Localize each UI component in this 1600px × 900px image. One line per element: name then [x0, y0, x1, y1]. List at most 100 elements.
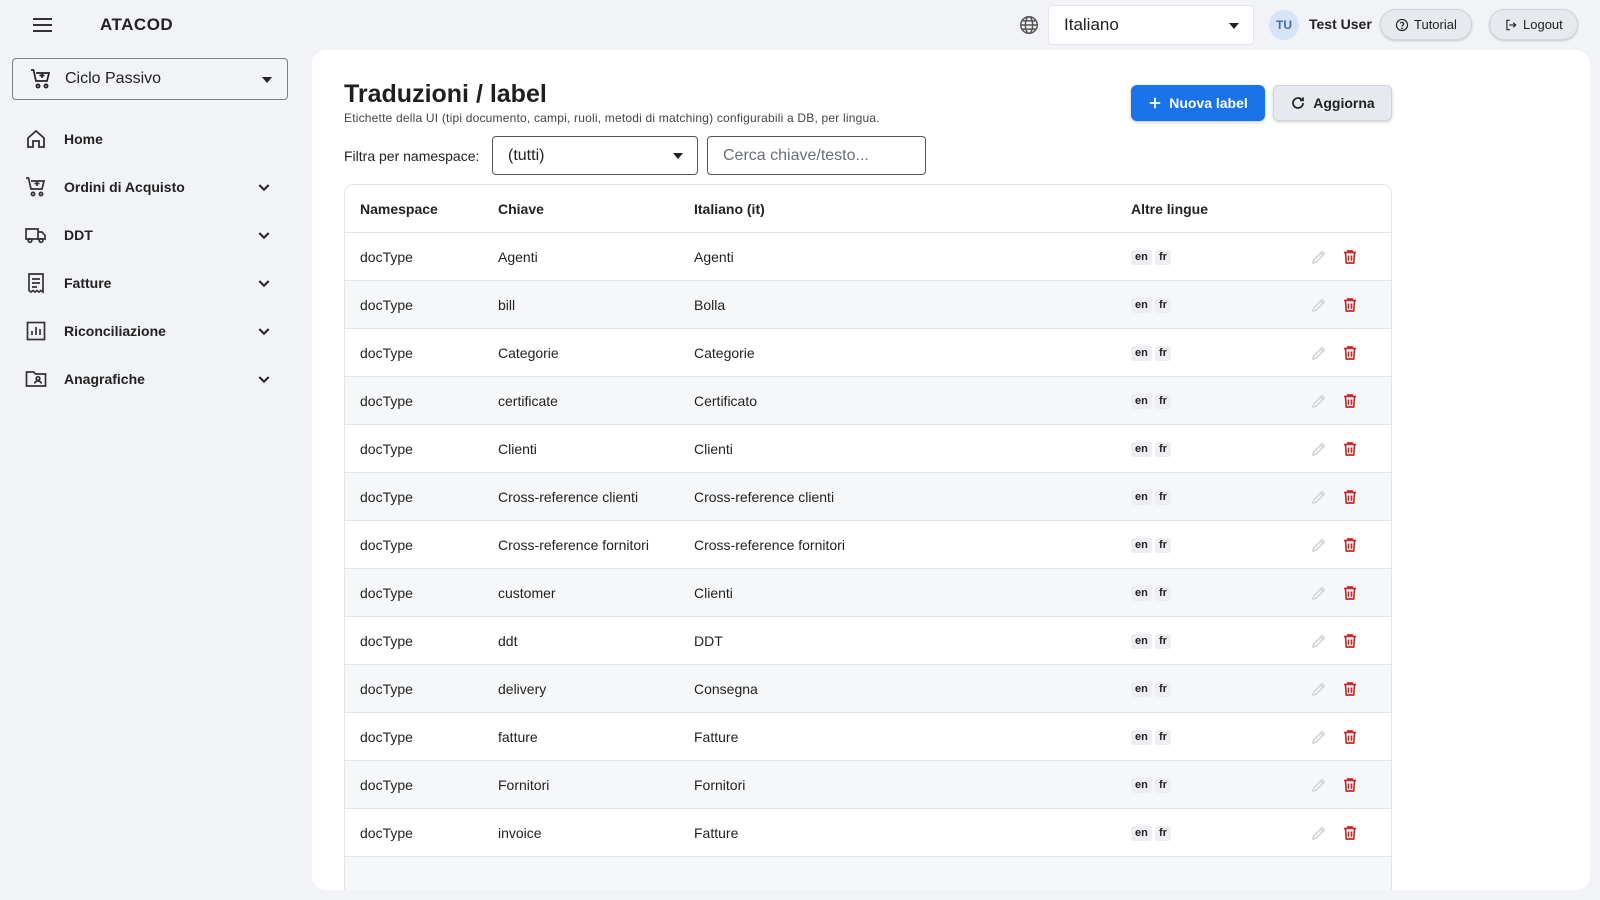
chart-icon: [26, 321, 46, 341]
cell-namespace: docType: [360, 393, 413, 409]
language-chip: fr: [1155, 346, 1171, 361]
cell-namespace: docType: [360, 681, 413, 697]
cell-namespace: docType: [360, 297, 413, 313]
edit-icon[interactable]: [1310, 536, 1328, 554]
contact-folder-icon: [25, 371, 47, 387]
edit-icon[interactable]: [1310, 296, 1328, 314]
delete-icon[interactable]: [1341, 824, 1359, 842]
edit-icon[interactable]: [1310, 584, 1328, 602]
edit-icon[interactable]: [1310, 824, 1328, 842]
delete-icon[interactable]: [1341, 488, 1359, 506]
language-chip: fr: [1155, 586, 1171, 601]
plus-icon: [1149, 97, 1161, 109]
cell-italian: Certificato: [694, 393, 758, 409]
app-brand: ATACOD: [100, 15, 174, 34]
chevron-down-icon[interactable]: [256, 227, 272, 243]
edit-icon[interactable]: [1310, 680, 1328, 698]
table-row: docType ddt DDT en fr: [345, 617, 1391, 665]
sidebar-item-riconciliazione[interactable]: Riconciliazione: [0, 309, 290, 353]
user-name: Test User: [1309, 16, 1372, 32]
language-chip: fr: [1155, 826, 1171, 841]
cell-key: Categorie: [498, 345, 559, 361]
delete-icon[interactable]: [1341, 536, 1359, 554]
sidebar-item-ddt[interactable]: DDT: [0, 213, 290, 257]
sidebar-item-anagrafiche[interactable]: Anagrafiche: [0, 357, 290, 401]
namespace-select[interactable]: (tutti): [492, 136, 698, 175]
sidebar-item-label: Riconciliazione: [64, 323, 166, 339]
sidebar-item-fatture[interactable]: Fatture: [0, 261, 290, 305]
table-row: docType Cross-reference fornitori Cross-re…: [345, 521, 1391, 569]
refresh-button[interactable]: Aggiorna: [1273, 85, 1392, 121]
sidebar-item-label: Home: [64, 131, 103, 147]
language-chip: fr: [1155, 298, 1171, 313]
delete-icon[interactable]: [1341, 584, 1359, 602]
delete-icon[interactable]: [1341, 392, 1359, 410]
language-chip: fr: [1155, 538, 1171, 553]
edit-icon[interactable]: [1310, 728, 1328, 746]
cell-namespace: docType: [360, 249, 413, 265]
logout-button[interactable]: Logout: [1489, 9, 1578, 40]
chevron-down-icon[interactable]: [256, 323, 272, 339]
refresh-icon: [1292, 97, 1305, 109]
table-header: Namespace Chiave Italiano (it) Altre lin…: [345, 185, 1391, 233]
table-row: docType bill Bolla en fr: [345, 281, 1391, 329]
page-subtitle: Etichette della UI (tipi documento, camp…: [344, 111, 880, 125]
cell-italian: Clienti: [694, 585, 733, 601]
cell-italian: Fornitori: [694, 777, 746, 793]
tutorial-button[interactable]: Tutorial: [1380, 9, 1472, 40]
edit-icon[interactable]: [1310, 248, 1328, 266]
menu-icon[interactable]: [33, 14, 57, 36]
cell-namespace: docType: [360, 729, 413, 745]
delete-icon[interactable]: [1341, 680, 1359, 698]
cell-namespace: docType: [360, 825, 413, 841]
sidebar-item-label: DDT: [64, 227, 93, 243]
top-bar: ATACOD Italiano TU Test User Tutorial Lo…: [0, 0, 1600, 50]
chevron-down-icon[interactable]: [256, 275, 272, 291]
chevron-down-icon[interactable]: [256, 371, 272, 387]
delete-icon[interactable]: [1341, 632, 1359, 650]
edit-icon[interactable]: [1310, 632, 1328, 650]
language-select[interactable]: Italiano: [1048, 5, 1254, 45]
delete-icon[interactable]: [1341, 728, 1359, 746]
cell-key: customer: [498, 585, 556, 601]
translations-table: Namespace Chiave Italiano (it) Altre lin…: [344, 184, 1392, 890]
cell-italian: Clienti: [694, 441, 733, 457]
sidebar-item-ordini-di-acquisto[interactable]: Ordini di Acquisto: [0, 165, 290, 209]
delete-icon[interactable]: [1341, 296, 1359, 314]
cell-namespace: docType: [360, 585, 413, 601]
new-label-button[interactable]: Nuova label: [1131, 85, 1265, 121]
language-chip: en: [1131, 346, 1152, 361]
column-header-italian: Italiano (it): [694, 201, 765, 217]
avatar: TU: [1269, 10, 1299, 40]
language-chip: fr: [1155, 778, 1171, 793]
delete-icon[interactable]: [1341, 776, 1359, 794]
cell-key: bill: [498, 297, 516, 313]
cell-namespace: docType: [360, 489, 413, 505]
language-chip: en: [1131, 538, 1152, 553]
edit-icon[interactable]: [1310, 392, 1328, 410]
filter-label: Filtra per namespace:: [344, 148, 480, 164]
delete-icon[interactable]: [1341, 440, 1359, 458]
cell-key: Agenti: [498, 249, 538, 265]
edit-icon[interactable]: [1310, 344, 1328, 362]
cell-italian: Agenti: [694, 249, 734, 265]
sidebar-item-label: Fatture: [64, 275, 112, 291]
caret-down-icon: [262, 77, 272, 83]
column-header-other-languages: Altre lingue: [1131, 201, 1209, 217]
edit-icon[interactable]: [1310, 488, 1328, 506]
cell-key: delivery: [498, 681, 547, 697]
cell-italian: Cross-reference clienti: [694, 489, 835, 505]
delete-icon[interactable]: [1341, 248, 1359, 266]
chevron-down-icon[interactable]: [256, 179, 272, 195]
cycle-select[interactable]: Ciclo Passivo: [12, 58, 288, 100]
logout-label: Logout: [1523, 17, 1563, 32]
delete-icon[interactable]: [1341, 344, 1359, 362]
cart-icon: [26, 177, 46, 197]
receipt-icon: [28, 273, 44, 294]
table-row: docType Categorie Categorie en fr: [345, 329, 1391, 377]
table-row: docType invoice Fatture en fr: [345, 809, 1391, 857]
edit-icon[interactable]: [1310, 776, 1328, 794]
sidebar-item-home[interactable]: Home: [0, 117, 290, 161]
search-input[interactable]: [707, 136, 926, 175]
edit-icon[interactable]: [1310, 440, 1328, 458]
